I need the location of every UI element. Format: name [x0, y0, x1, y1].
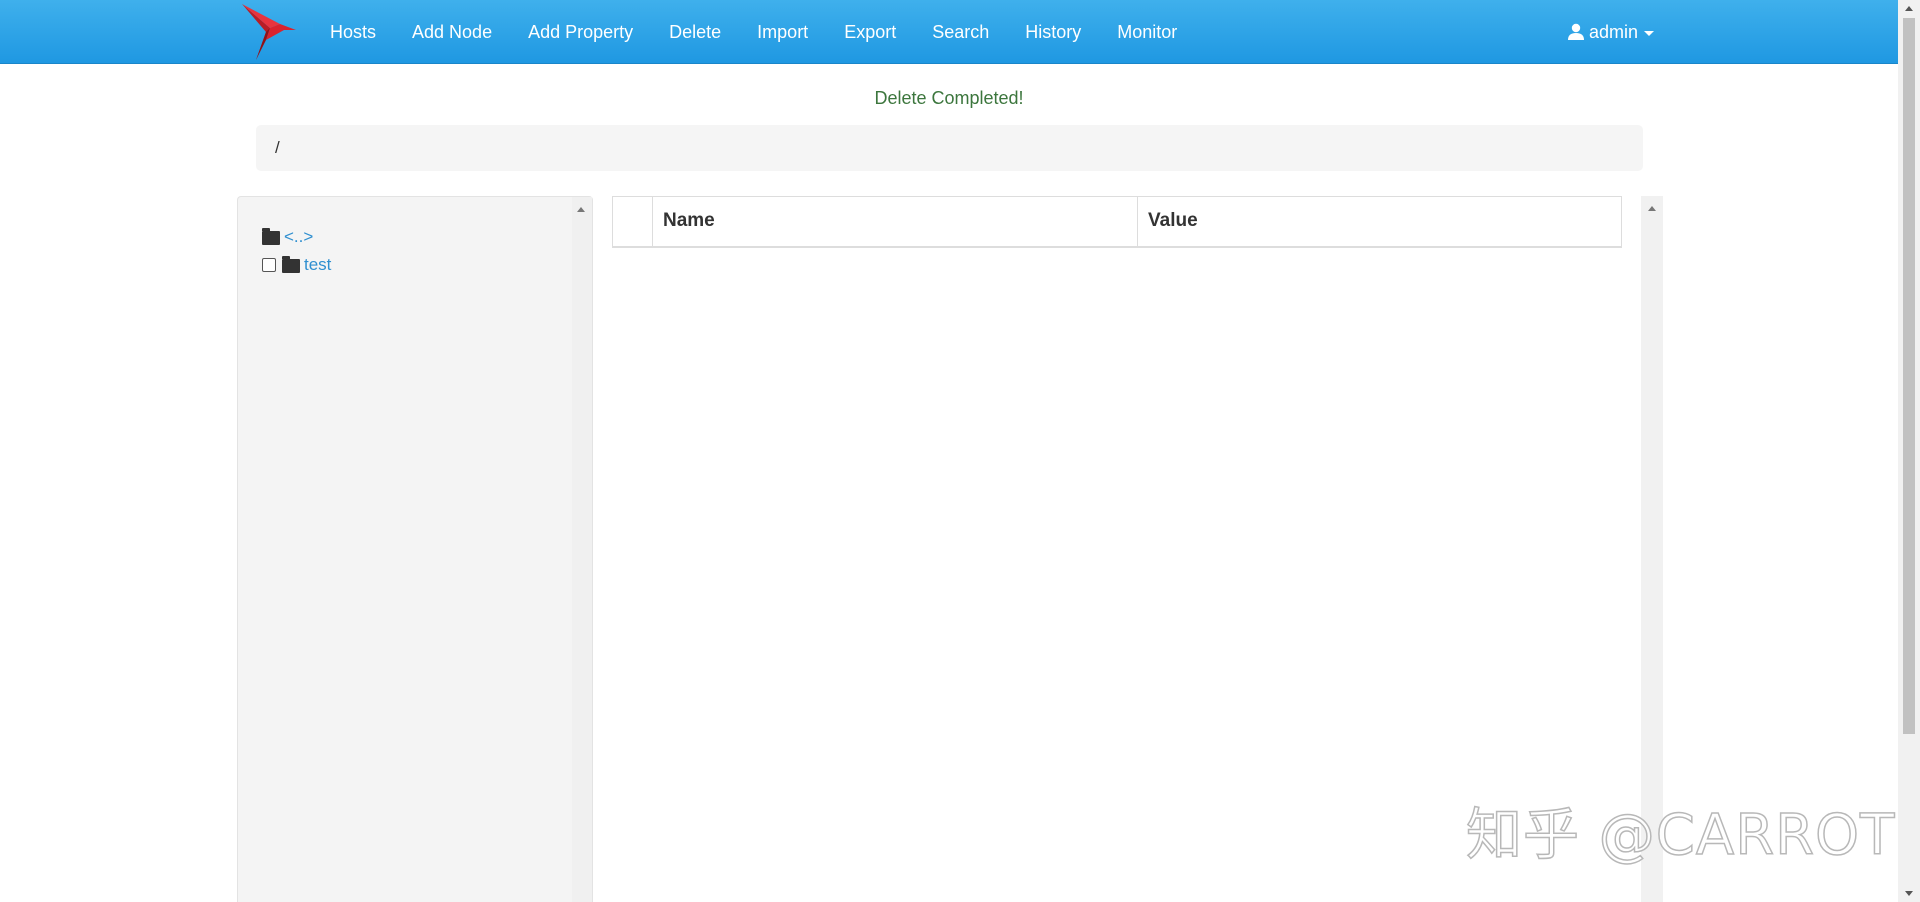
nav-add-property[interactable]: Add Property	[510, 0, 651, 64]
scroll-up-icon[interactable]	[1905, 6, 1913, 11]
node-tree: <..> test	[262, 223, 331, 279]
top-navbar: Hosts Add Node Add Property Delete Impor…	[0, 0, 1898, 64]
breadcrumb: /	[256, 125, 1643, 171]
nav-search[interactable]: Search	[914, 0, 1007, 64]
page-scrollbar[interactable]	[1898, 0, 1920, 902]
nav-hosts[interactable]: Hosts	[312, 0, 394, 64]
folder-icon	[282, 255, 300, 273]
name-column-header: Name	[653, 197, 1138, 246]
tree-node-row: test	[262, 251, 331, 279]
node-tree-panel: <..> test	[237, 196, 593, 902]
user-name: admin	[1589, 21, 1639, 42]
watermark: 知乎 @CARROT	[1465, 802, 1896, 869]
scroll-down-icon[interactable]	[1905, 891, 1913, 896]
user-icon	[1568, 23, 1584, 40]
node-select-checkbox[interactable]	[262, 258, 276, 272]
scrollbar-thumb[interactable]	[1903, 18, 1915, 734]
nav-menu: Hosts Add Node Add Property Delete Impor…	[312, 0, 1195, 64]
property-table-header: Name Value	[612, 196, 1622, 248]
nav-import[interactable]: Import	[739, 0, 826, 64]
folder-icon	[262, 227, 280, 245]
nav-history[interactable]: History	[1007, 0, 1099, 64]
hummingbird-logo-icon[interactable]	[240, 0, 298, 62]
chevron-down-icon	[1644, 30, 1655, 36]
tree-scrollbar[interactable]	[572, 197, 592, 902]
nav-export[interactable]: Export	[826, 0, 914, 64]
scroll-up-icon[interactable]	[1648, 206, 1656, 211]
nav-monitor[interactable]: Monitor	[1099, 0, 1195, 64]
node-link-test[interactable]: test	[304, 255, 331, 275]
scroll-up-icon[interactable]	[577, 207, 585, 212]
user-menu-dropdown[interactable]: admin	[1567, 0, 1655, 64]
breadcrumb-path: /	[275, 138, 280, 157]
parent-node-link[interactable]: <..>	[284, 227, 313, 247]
nav-delete[interactable]: Delete	[651, 0, 739, 64]
nav-add-node[interactable]: Add Node	[394, 0, 510, 64]
value-column-header: Value	[1148, 210, 1198, 231]
select-column-header	[613, 197, 653, 246]
tree-parent-row: <..>	[262, 223, 331, 251]
status-message: Delete Completed!	[874, 88, 1024, 108]
